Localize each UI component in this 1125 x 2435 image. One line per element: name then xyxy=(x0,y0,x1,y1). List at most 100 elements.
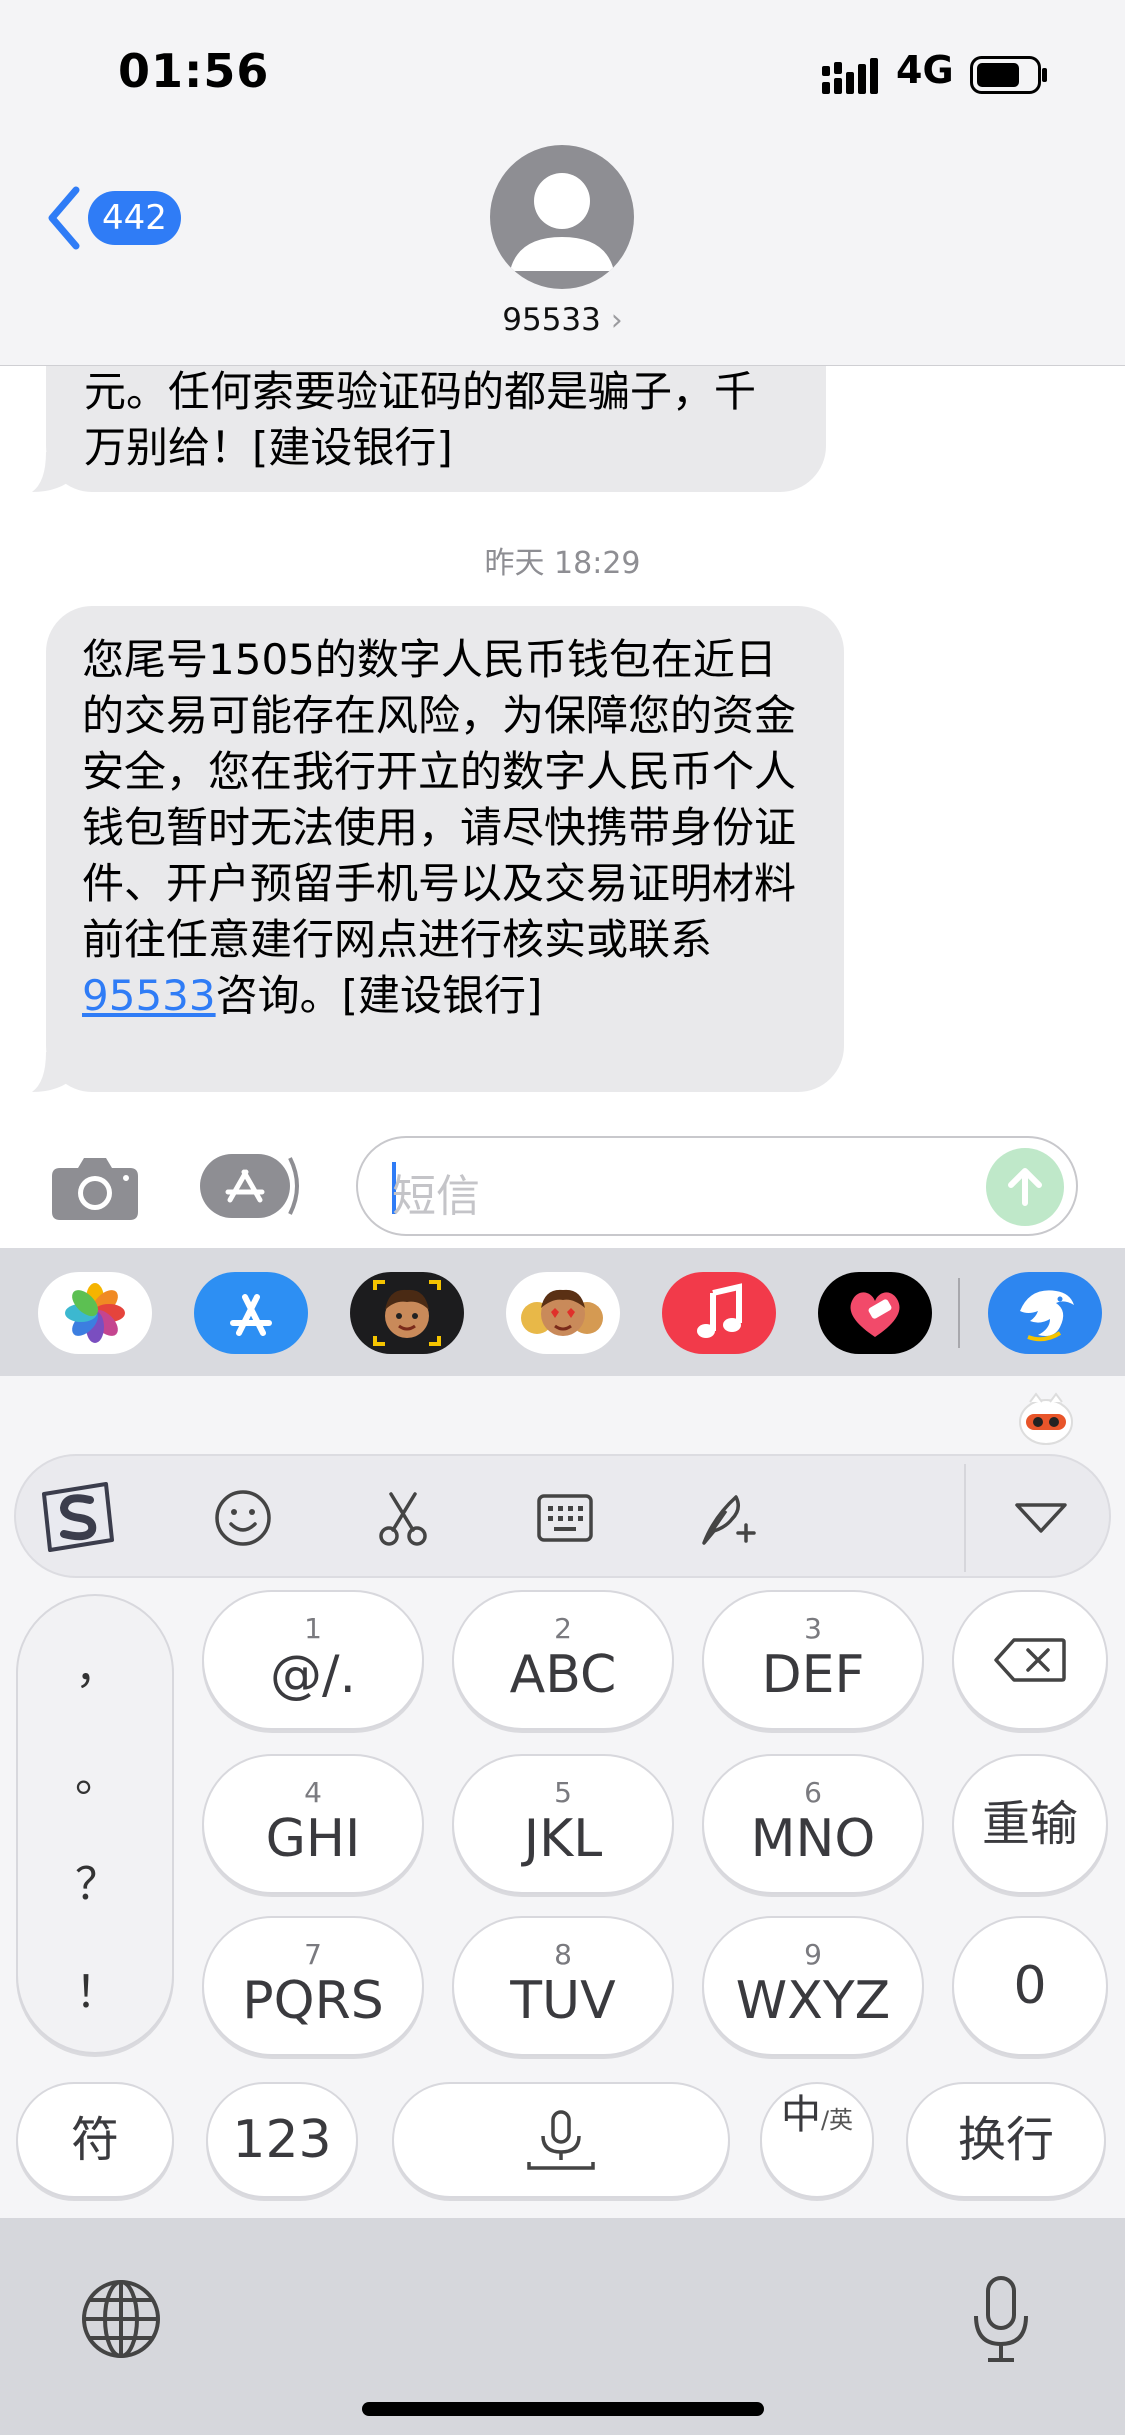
conversation-header: 01:56 4G 442 95533 › xyxy=(0,0,1125,366)
dolphin-icon xyxy=(1020,1290,1074,1342)
newline-key[interactable]: 换行 xyxy=(906,2082,1106,2198)
punct-comma[interactable]: ， xyxy=(18,1632,176,1696)
key-1[interactable]: 1 @/. xyxy=(202,1590,424,1730)
key-0[interactable]: 0 xyxy=(952,1916,1108,2056)
sogou-keyboard: ， 。 ？ ！ 1 @/. 2 ABC 3 DEF 4 GHI 5 JKL 6 … xyxy=(0,1376,1125,2218)
phone-number-link[interactable]: 95533 xyxy=(82,971,216,1020)
contact-number: 95533 xyxy=(502,302,601,338)
message-bubble-latest[interactable]: 您尾号1505的数字人民币钱包在近日的交易可能存在风险，为保障您的资金安全，您在… xyxy=(32,606,844,1092)
key-label: 符 xyxy=(70,2112,119,2168)
keyboard-layout-button[interactable] xyxy=(530,1486,600,1550)
space-voice-key[interactable] xyxy=(392,2082,730,2198)
punctuation-column[interactable]: ， 。 ？ ！ xyxy=(16,1594,174,2054)
emoji-button[interactable] xyxy=(208,1486,278,1550)
home-indicator[interactable] xyxy=(362,2402,764,2416)
music-app-icon[interactable] xyxy=(662,1272,776,1354)
key-number: 5 xyxy=(554,1776,572,1809)
person-icon xyxy=(510,173,614,271)
language-switch-key[interactable]: 中 /英 xyxy=(760,2082,874,2198)
key-label: DEF xyxy=(761,1645,865,1705)
key-label: @/. xyxy=(269,1645,357,1705)
status-bar: 01:56 4G xyxy=(0,0,1125,140)
send-button[interactable] xyxy=(986,1148,1064,1226)
key-label: 中 xyxy=(780,2092,821,2138)
contact-avatar[interactable] xyxy=(490,145,634,289)
battery-icon xyxy=(970,56,1047,94)
camera-icon[interactable] xyxy=(50,1152,140,1222)
message-input[interactable]: 短信 xyxy=(356,1136,1078,1236)
handwriting-button[interactable] xyxy=(692,1486,762,1550)
symbols-key[interactable]: 符 xyxy=(16,2082,174,2198)
key-9[interactable]: 9 WXYZ xyxy=(702,1916,924,2056)
punct-question[interactable]: ？ xyxy=(18,1848,176,1912)
contact-name[interactable]: 95533 › xyxy=(0,302,1125,338)
message-input-placeholder: 短信 xyxy=(392,1171,480,1222)
key-label: GHI xyxy=(265,1809,361,1869)
key-number: 8 xyxy=(554,1938,572,1971)
imessage-app-drawer xyxy=(0,1248,1125,1376)
app-store-glyph-icon xyxy=(230,1294,272,1336)
key-2[interactable]: 2 ABC xyxy=(452,1590,674,1730)
key-number: 1 xyxy=(304,1612,322,1645)
numbers-key[interactable]: 123 xyxy=(206,2082,358,2198)
message-timestamp: 昨天 18:29 xyxy=(484,546,641,581)
backspace-key[interactable] xyxy=(952,1590,1108,1730)
dictation-microphone-icon[interactable] xyxy=(970,2274,1032,2364)
key-number: 6 xyxy=(804,1776,822,1809)
photos-flower-icon xyxy=(65,1283,125,1343)
message-text-tail: 咨询。[建设银行] xyxy=(215,971,543,1020)
compose-bar: 短信 xyxy=(0,1110,1125,1248)
app-store-app-icon[interactable] xyxy=(194,1272,308,1354)
key-number: 9 xyxy=(804,1938,822,1971)
sogou-logo-icon xyxy=(42,1482,114,1552)
keyboard-toolbar xyxy=(14,1454,1111,1578)
key-number: 2 xyxy=(554,1612,572,1645)
unread-count-badge: 442 xyxy=(88,191,181,245)
chevron-right-icon: › xyxy=(610,303,623,338)
key-label: 0 xyxy=(1013,1956,1047,2016)
message-text-previous: 元。任何索要验证码的都是骗子，千万别给！[建设银行] xyxy=(84,367,757,472)
status-time: 01:56 xyxy=(118,44,270,98)
key-6[interactable]: 6 MNO xyxy=(702,1754,924,1894)
key-number: 4 xyxy=(304,1776,322,1809)
memoji-face-icon xyxy=(373,1280,441,1346)
arrow-up-icon xyxy=(1008,1168,1042,1206)
keyboard-mascot-icon[interactable] xyxy=(1016,1390,1076,1446)
key-7[interactable]: 7 PQRS xyxy=(202,1916,424,2056)
punct-exclaim[interactable]: ！ xyxy=(18,1956,176,2020)
clipboard-scissors-button[interactable] xyxy=(368,1486,438,1550)
bubble-tail xyxy=(32,452,76,492)
quill-pen-icon xyxy=(702,1495,756,1545)
memoji-stickers-app-icon[interactable] xyxy=(506,1272,620,1354)
key-label: ABC xyxy=(509,1645,617,1705)
app-strip-separator xyxy=(958,1278,960,1348)
key-number: 7 xyxy=(304,1938,322,1971)
key-label: 重输 xyxy=(981,1796,1078,1852)
hide-keyboard-button[interactable] xyxy=(1006,1486,1076,1550)
key-3[interactable]: 3 DEF xyxy=(702,1590,924,1730)
key-label: MNO xyxy=(750,1809,876,1869)
key-4[interactable]: 4 GHI xyxy=(202,1754,424,1894)
memoji-app-icon[interactable] xyxy=(350,1272,464,1354)
cellular-signal-icon xyxy=(822,58,878,94)
photos-app-icon[interactable] xyxy=(38,1272,152,1354)
app-store-icon[interactable] xyxy=(200,1150,306,1222)
music-note-icon xyxy=(697,1283,742,1338)
key-label: 123 xyxy=(232,2110,332,2170)
key-5[interactable]: 5 JKL xyxy=(452,1754,674,1894)
back-button[interactable]: 442 xyxy=(44,182,184,254)
key-label: TUV xyxy=(510,1971,616,2031)
heart-icon xyxy=(850,1292,900,1337)
punct-period[interactable]: 。 xyxy=(18,1740,176,1804)
microphone-space-icon xyxy=(527,2110,595,2170)
globe-icon[interactable] xyxy=(80,2278,162,2360)
reinput-key[interactable]: 重输 xyxy=(952,1754,1108,1894)
key-number: 3 xyxy=(804,1612,822,1645)
key-8[interactable]: 8 TUV xyxy=(452,1916,674,2056)
sogou-logo-button[interactable] xyxy=(34,1478,120,1556)
key-label: PQRS xyxy=(242,1971,384,2031)
keyboard-bottom-bar xyxy=(0,2218,1125,2435)
triangle-down-icon xyxy=(1015,1503,1067,1533)
ctrip-app-icon[interactable] xyxy=(988,1272,1102,1354)
digital-touch-app-icon[interactable] xyxy=(818,1272,932,1354)
